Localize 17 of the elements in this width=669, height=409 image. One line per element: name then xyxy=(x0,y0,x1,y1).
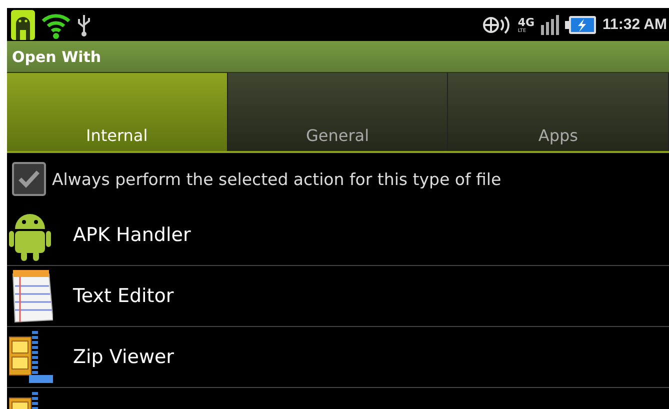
clock: 11:32 AM xyxy=(602,16,668,33)
checkmark-icon xyxy=(18,169,40,189)
archive-icon xyxy=(9,329,53,385)
dialog-title: Open With xyxy=(12,48,102,66)
tab[interactable]: General xyxy=(228,73,448,151)
app-name[interactable]: APK Handler xyxy=(73,224,191,246)
tab[interactable]: Internal xyxy=(7,73,228,151)
usb-icon xyxy=(77,12,91,36)
checkbox[interactable] xyxy=(12,162,46,196)
checkbox-label: Always perform the selected action for this type of file xyxy=(52,170,502,188)
gps-icon xyxy=(482,14,512,36)
app-name[interactable]: Text Editor xyxy=(73,285,174,307)
signal-icon xyxy=(540,14,559,34)
battery-charging-icon xyxy=(564,14,597,34)
network-type: 4G xyxy=(518,16,535,28)
tab[interactable]: Apps xyxy=(448,73,669,151)
app-name[interactable]: Zip Viewer xyxy=(73,346,174,368)
